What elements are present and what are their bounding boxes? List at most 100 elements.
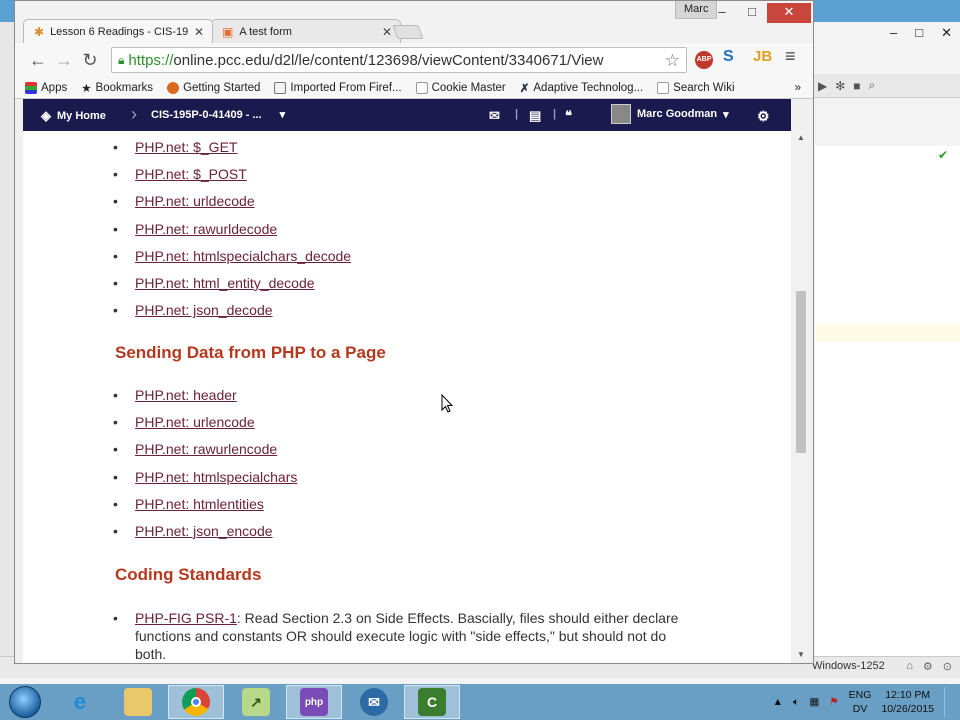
checkmark-icon: ✔	[937, 148, 948, 162]
encoding-indicator[interactable]: Windows-1252	[812, 660, 885, 672]
close-tab-icon[interactable]: ✕	[194, 25, 204, 39]
background-window-controls: – □ ✕	[890, 25, 952, 41]
link-rawurlencode[interactable]: PHP.net: rawurlencode	[135, 441, 277, 457]
camtasia-icon: C	[418, 688, 446, 716]
messages-icon[interactable]: ✉	[489, 108, 500, 124]
page-scrollbar[interactable]: ▲ ▼	[793, 131, 809, 661]
back-icon[interactable]: ←	[25, 50, 51, 71]
close-tab-icon[interactable]: ✕	[382, 25, 392, 39]
tab-test-form[interactable]: ▣ A test form ✕	[211, 19, 401, 43]
chevron-right-icon: ›	[131, 104, 137, 124]
bookmark-apps[interactable]: Apps	[25, 81, 67, 94]
discussions-icon[interactable]: ❝	[565, 108, 572, 124]
link-rawurldecode[interactable]: PHP.net: rawurldecode	[135, 221, 277, 237]
bookmark-cookie-master[interactable]: Cookie Master	[415, 81, 506, 94]
link-htmlentities[interactable]: PHP.net: htmlentities	[135, 496, 264, 512]
tab-title: A test form	[239, 25, 292, 38]
network-icon[interactable]: ▦	[809, 696, 819, 708]
link-html-entity-decode[interactable]: PHP.net: html_entity_decode	[135, 275, 315, 291]
link-psr-1[interactable]: PHP-FIG PSR-1	[135, 610, 237, 626]
show-desktop-button[interactable]	[944, 687, 950, 717]
background-minimize-button[interactable]: –	[890, 25, 897, 41]
scrollbar-thumb[interactable]	[796, 291, 806, 453]
lock-icon: 🔒︎	[118, 52, 125, 67]
bookmark-bookmarks[interactable]: ★ Bookmarks	[81, 81, 153, 95]
firefox-icon	[167, 81, 180, 94]
phpstorm-icon: php	[300, 688, 328, 716]
bookmarks-overflow-icon[interactable]: »	[795, 82, 801, 94]
taskbar-ie[interactable]: e	[52, 685, 108, 719]
adblock-icon[interactable]: ABP	[695, 51, 713, 69]
user-menu[interactable]: Marc Goodman ▾	[611, 104, 729, 124]
background-close-button[interactable]: ✕	[941, 25, 952, 41]
list-item: PHP.net: $_POST	[113, 166, 351, 193]
link-urlencode[interactable]: PHP.net: urlencode	[135, 414, 255, 430]
gear-icon[interactable]: ⚙	[757, 108, 770, 125]
show-hidden-icons[interactable]: ▲	[773, 696, 783, 708]
scroll-up-icon[interactable]: ▲	[797, 133, 805, 142]
folder-icon	[274, 81, 287, 94]
maximize-button[interactable]: □	[737, 3, 767, 23]
language-indicator[interactable]: ENG DV	[849, 688, 872, 716]
chart-notepad-icon: ↗	[242, 688, 270, 716]
section-heading-coding-standards: Coding Standards	[115, 565, 262, 584]
jetbrains-icon[interactable]: JB	[753, 48, 772, 65]
content-area: PHP.net: $_GET PHP.net: $_POST PHP.net: …	[23, 131, 791, 663]
sync-extension-icon[interactable]: S	[723, 48, 734, 66]
link-json-decode[interactable]: PHP.net: json_decode	[135, 302, 273, 318]
scroll-down-icon[interactable]: ▼	[797, 650, 805, 659]
bookmark-getting-started[interactable]: Getting Started	[167, 81, 260, 94]
standards-list: PHP-FIG PSR-1: Read Section 2.3 on Side …	[113, 609, 695, 663]
my-home-link[interactable]: ◈ My Home	[41, 108, 106, 124]
web-page: ◈ My Home › CIS-195P-0-41409 - ... ▾ ✉ |…	[23, 99, 791, 663]
send-links-list: PHP.net: header PHP.net: urlencode PHP.n…	[113, 387, 297, 550]
action-center-icon[interactable]: ⚑	[829, 696, 838, 708]
close-button[interactable]: ✕	[767, 3, 811, 23]
list-item: PHP.net: header	[113, 387, 297, 414]
taskbar-notepad[interactable]: ↗	[228, 685, 284, 719]
link-php-post[interactable]: PHP.net: $_POST	[135, 166, 247, 182]
tab-lesson-readings[interactable]: ✱ Lesson 6 Readings - CIS-19 ✕	[23, 19, 213, 43]
bookmark-adaptive-tech[interactable]: ✗ Adaptive Technolog...	[520, 81, 643, 95]
link-htmlspecialchars-decode[interactable]: PHP.net: htmlspecialchars_decode	[135, 248, 351, 264]
reload-icon[interactable]: ↻	[77, 50, 103, 71]
mouse-cursor-icon	[441, 394, 454, 413]
taskbar-phpstorm[interactable]: php	[286, 685, 342, 719]
receive-links-list: PHP.net: $_GET PHP.net: $_POST PHP.net: …	[113, 139, 351, 329]
link-htmlspecialchars[interactable]: PHP.net: htmlspecialchars	[135, 469, 297, 485]
taskbar-explorer[interactable]	[110, 685, 166, 719]
speaker-icon[interactable]: 🔈︎	[793, 696, 799, 709]
link-urldecode[interactable]: PHP.net: urldecode	[135, 193, 255, 209]
d2l-favicon-icon: ✱	[34, 24, 45, 39]
background-maximize-button[interactable]: □	[915, 25, 923, 41]
course-selector[interactable]: CIS-195P-0-41409 - ... ▾	[151, 108, 286, 122]
link-json-encode[interactable]: PHP.net: json_encode	[135, 523, 273, 539]
list-item: PHP.net: $_GET	[113, 139, 351, 166]
bookmark-star-icon[interactable]: ☆	[665, 51, 680, 71]
bookmarks-bar: Apps ★ Bookmarks Getting Started Imported…	[15, 77, 813, 99]
list-item: PHP.net: json_decode	[113, 302, 351, 329]
clock[interactable]: 12:10 PM 10/26/2015	[881, 688, 934, 716]
bookmark-imported[interactable]: Imported From Firef...	[274, 81, 402, 94]
link-header[interactable]: PHP.net: header	[135, 387, 237, 403]
settings-icon[interactable]: ✻	[835, 79, 845, 93]
run-icon[interactable]: ▶	[818, 79, 827, 93]
tab-title: Lesson 6 Readings - CIS-19	[50, 25, 188, 38]
address-bar[interactable]: 🔒︎ https:// online.pcc.edu/d2l/le/conten…	[111, 47, 687, 73]
start-button[interactable]	[9, 686, 41, 718]
search-icon[interactable]: ⌕	[869, 78, 876, 93]
chevron-down-icon: ▾	[723, 108, 729, 121]
chevron-down-icon: ▾	[279, 109, 286, 121]
taskbar-thunderbird[interactable]: ✉	[346, 685, 402, 719]
link-php-get[interactable]: PHP.net: $_GET	[135, 139, 237, 155]
taskbar-chrome[interactable]	[168, 685, 224, 719]
bookmark-search-wiki[interactable]: Search Wiki	[657, 81, 735, 94]
updates-icon[interactable]: ▤	[529, 108, 541, 124]
minimize-button[interactable]: –	[707, 3, 737, 23]
forward-icon[interactable]: →	[51, 50, 77, 71]
new-tab-button[interactable]	[392, 25, 424, 39]
chrome-menu-icon[interactable]: ≡	[785, 46, 796, 67]
background-editor-panel: ✔	[815, 146, 960, 656]
taskbar-camtasia[interactable]: C	[404, 685, 460, 719]
stop-icon[interactable]: ■	[853, 79, 860, 93]
